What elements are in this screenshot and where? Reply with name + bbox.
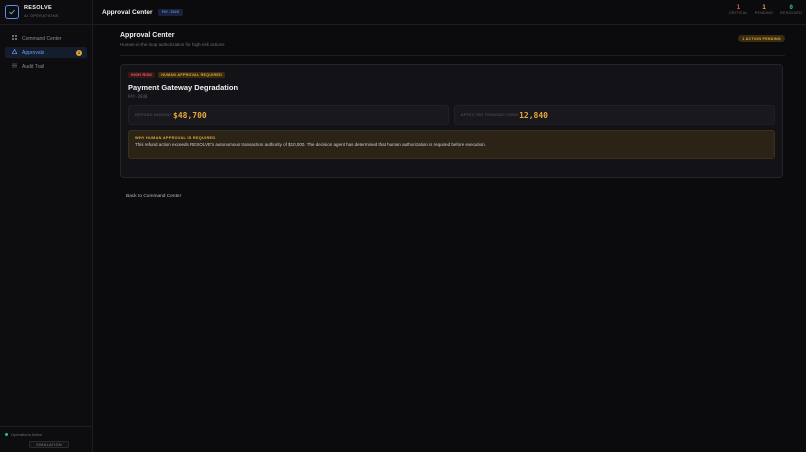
content: Approval Center Human-in-the-loop author… (93, 25, 806, 202)
sidebar-item-label: Command Center (22, 35, 62, 42)
brand[interactable]: RESOLVE AI OPERATIONS (0, 0, 92, 25)
sidebar-item-command-center[interactable]: Command Center (5, 33, 87, 44)
status-counters: 1 CRITICAL 1 PENDING 0 RESOLVED (729, 5, 802, 16)
page-title: Approval Center (120, 32, 175, 39)
main-area: Approval Center PAY-2848 1 CRITICAL 1 PE… (93, 0, 806, 452)
operations-status: Operations Active (5, 432, 87, 437)
app-frame: RESOLVE AI OPERATIONS Command Center App… (0, 0, 806, 452)
stat-pending-label: PENDING (754, 11, 774, 15)
human-approval-tag: HUMAN APPROVAL REQUIRED (158, 72, 226, 78)
metric-label: REFUND AMOUNT (135, 113, 173, 117)
sidebar-nav: Command Center Approvals 1 Audit Trail (0, 25, 92, 80)
sidebar-item-approvals[interactable]: Approvals 1 (5, 47, 87, 58)
high-risk-tag: HIGH RISK (128, 72, 156, 78)
back-to-command-center-link[interactable]: Back to Command Center (126, 194, 181, 199)
list-icon (10, 63, 18, 70)
approval-reason-box: WHY HUMAN APPROVAL IS REQUIRED This refu… (128, 130, 775, 159)
pending-actions-badge: 1 ACTION PENDING (738, 35, 785, 42)
card-metrics: REFUND AMOUNT $48,700 AFFECTED TRANSACTI… (128, 105, 775, 125)
reason-title: WHY HUMAN APPROVAL IS REQUIRED (135, 136, 216, 140)
brand-name: RESOLVE (24, 5, 52, 12)
approval-card: HIGH RISK HUMAN APPROVAL REQUIRED Paymen… (120, 64, 783, 178)
incident-title: Payment Gateway Degradation (128, 83, 239, 92)
incident-tag: PAY-2848 (157, 8, 183, 16)
sidebar-footer: Operations Active SIMULATION (0, 426, 92, 452)
sidebar-item-label: Audit Trail (22, 63, 45, 70)
reason-text: This refund action exceeds RESOLVE's aut… (135, 142, 486, 147)
simulation-badge: SIMULATION (29, 441, 69, 448)
stat-critical-label: CRITICAL (729, 11, 748, 15)
grid-icon (10, 35, 18, 42)
page-header: Approval Center Human-in-the-loop author… (120, 32, 785, 56)
sidebar-item-label: Approvals (22, 49, 45, 56)
approvals-count-badge: 1 (76, 49, 82, 56)
metric-label: AFFECTED TRANSACTIONS (461, 113, 519, 117)
top-bar: Approval Center PAY-2848 1 CRITICAL 1 PE… (93, 0, 806, 25)
checkbox-logo-icon (5, 5, 19, 19)
operations-status-label: Operations Active (11, 432, 43, 437)
metric-value: 12,840 (519, 110, 548, 120)
sidebar-item-audit-trail[interactable]: Audit Trail (5, 61, 87, 72)
page-subtitle: Human-in-the-loop authorization for high… (120, 42, 225, 47)
stat-resolved: 0 RESOLVED (780, 5, 802, 16)
metric-value: $48,700 (173, 110, 207, 120)
status-dot-icon (5, 433, 8, 436)
stat-critical: 1 CRITICAL (729, 5, 748, 16)
sidebar: RESOLVE AI OPERATIONS Command Center App… (0, 0, 93, 452)
top-bar-title: Approval Center (102, 8, 153, 16)
stat-resolved-label: RESOLVED (780, 11, 802, 15)
warning-icon (10, 48, 18, 56)
incident-id: PAY-2848 (128, 94, 148, 99)
affected-transactions-metric: AFFECTED TRANSACTIONS 12,840 (454, 105, 775, 125)
card-tags: HIGH RISK HUMAN APPROVAL REQUIRED (128, 72, 775, 78)
brand-subtitle: AI OPERATIONS (24, 12, 59, 18)
stat-pending: 1 PENDING (755, 5, 773, 16)
refund-amount-metric: REFUND AMOUNT $48,700 (128, 105, 449, 125)
